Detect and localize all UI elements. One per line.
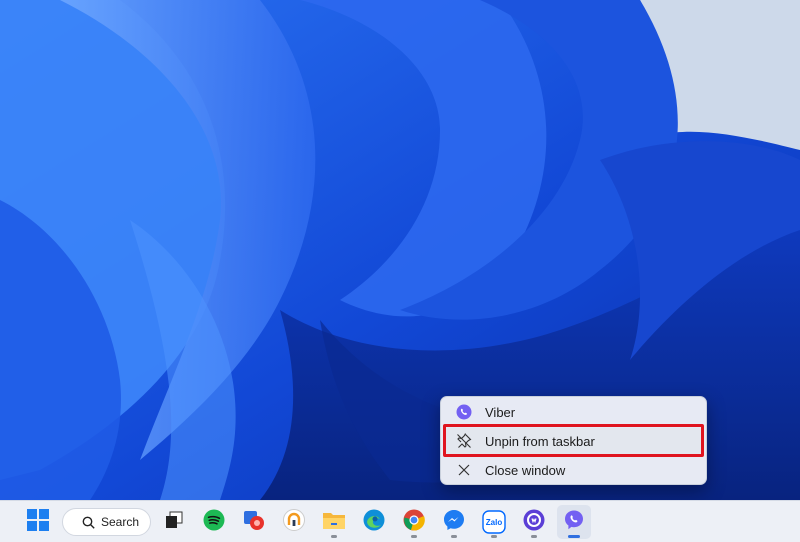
taskbar-app-chat[interactable] xyxy=(517,505,551,539)
search-box[interactable]: Search xyxy=(62,508,151,536)
file-explorer-icon xyxy=(322,509,346,536)
context-menu-item-unpin[interactable]: Unpin from taskbar xyxy=(445,428,702,454)
taskbar-app-viber[interactable] xyxy=(557,505,591,539)
taskbar-app-spotify[interactable] xyxy=(197,505,231,539)
zalo-icon: Zalo xyxy=(482,510,506,534)
taskbar: Search Zalo xyxy=(0,500,800,542)
context-menu-item-close-window[interactable]: Close window xyxy=(445,457,702,483)
close-icon xyxy=(455,461,473,479)
spotify-icon xyxy=(203,509,225,536)
context-menu-item-label: Viber xyxy=(485,404,516,420)
chrome-icon xyxy=(403,509,425,536)
chat-app-icon xyxy=(523,509,545,536)
taskbar-context-menu: Viber Unpin from taskbar Close window xyxy=(440,396,707,485)
viber-icon xyxy=(455,403,473,421)
start-icon xyxy=(27,508,49,536)
taskbar-app-screenshot-tool[interactable] xyxy=(237,505,271,539)
vpn-app-icon xyxy=(283,508,305,536)
viber-icon xyxy=(563,509,585,536)
taskbar-app-chrome[interactable] xyxy=(397,505,431,539)
task-view-icon xyxy=(164,510,184,535)
taskbar-app-edge[interactable] xyxy=(357,505,391,539)
taskbar-app-messenger[interactable] xyxy=(437,505,471,539)
context-menu-item-label: Close window xyxy=(485,462,566,478)
taskbar-app-zalo[interactable]: Zalo xyxy=(477,505,511,539)
search-icon xyxy=(82,516,95,529)
zalo-text: Zalo xyxy=(485,517,503,527)
taskbar-app-vpn[interactable] xyxy=(277,505,311,539)
context-menu-item-viber[interactable]: Viber xyxy=(445,399,702,425)
taskbar-app-file-explorer[interactable] xyxy=(317,505,351,539)
start-button[interactable] xyxy=(21,505,55,539)
search-label: Search xyxy=(101,515,140,529)
task-view-button[interactable] xyxy=(157,505,191,539)
unpin-icon xyxy=(455,432,473,450)
screenshot-tool-icon xyxy=(242,508,266,537)
context-menu-item-label: Unpin from taskbar xyxy=(485,433,595,449)
messenger-icon xyxy=(443,509,465,536)
edge-icon xyxy=(363,509,385,536)
